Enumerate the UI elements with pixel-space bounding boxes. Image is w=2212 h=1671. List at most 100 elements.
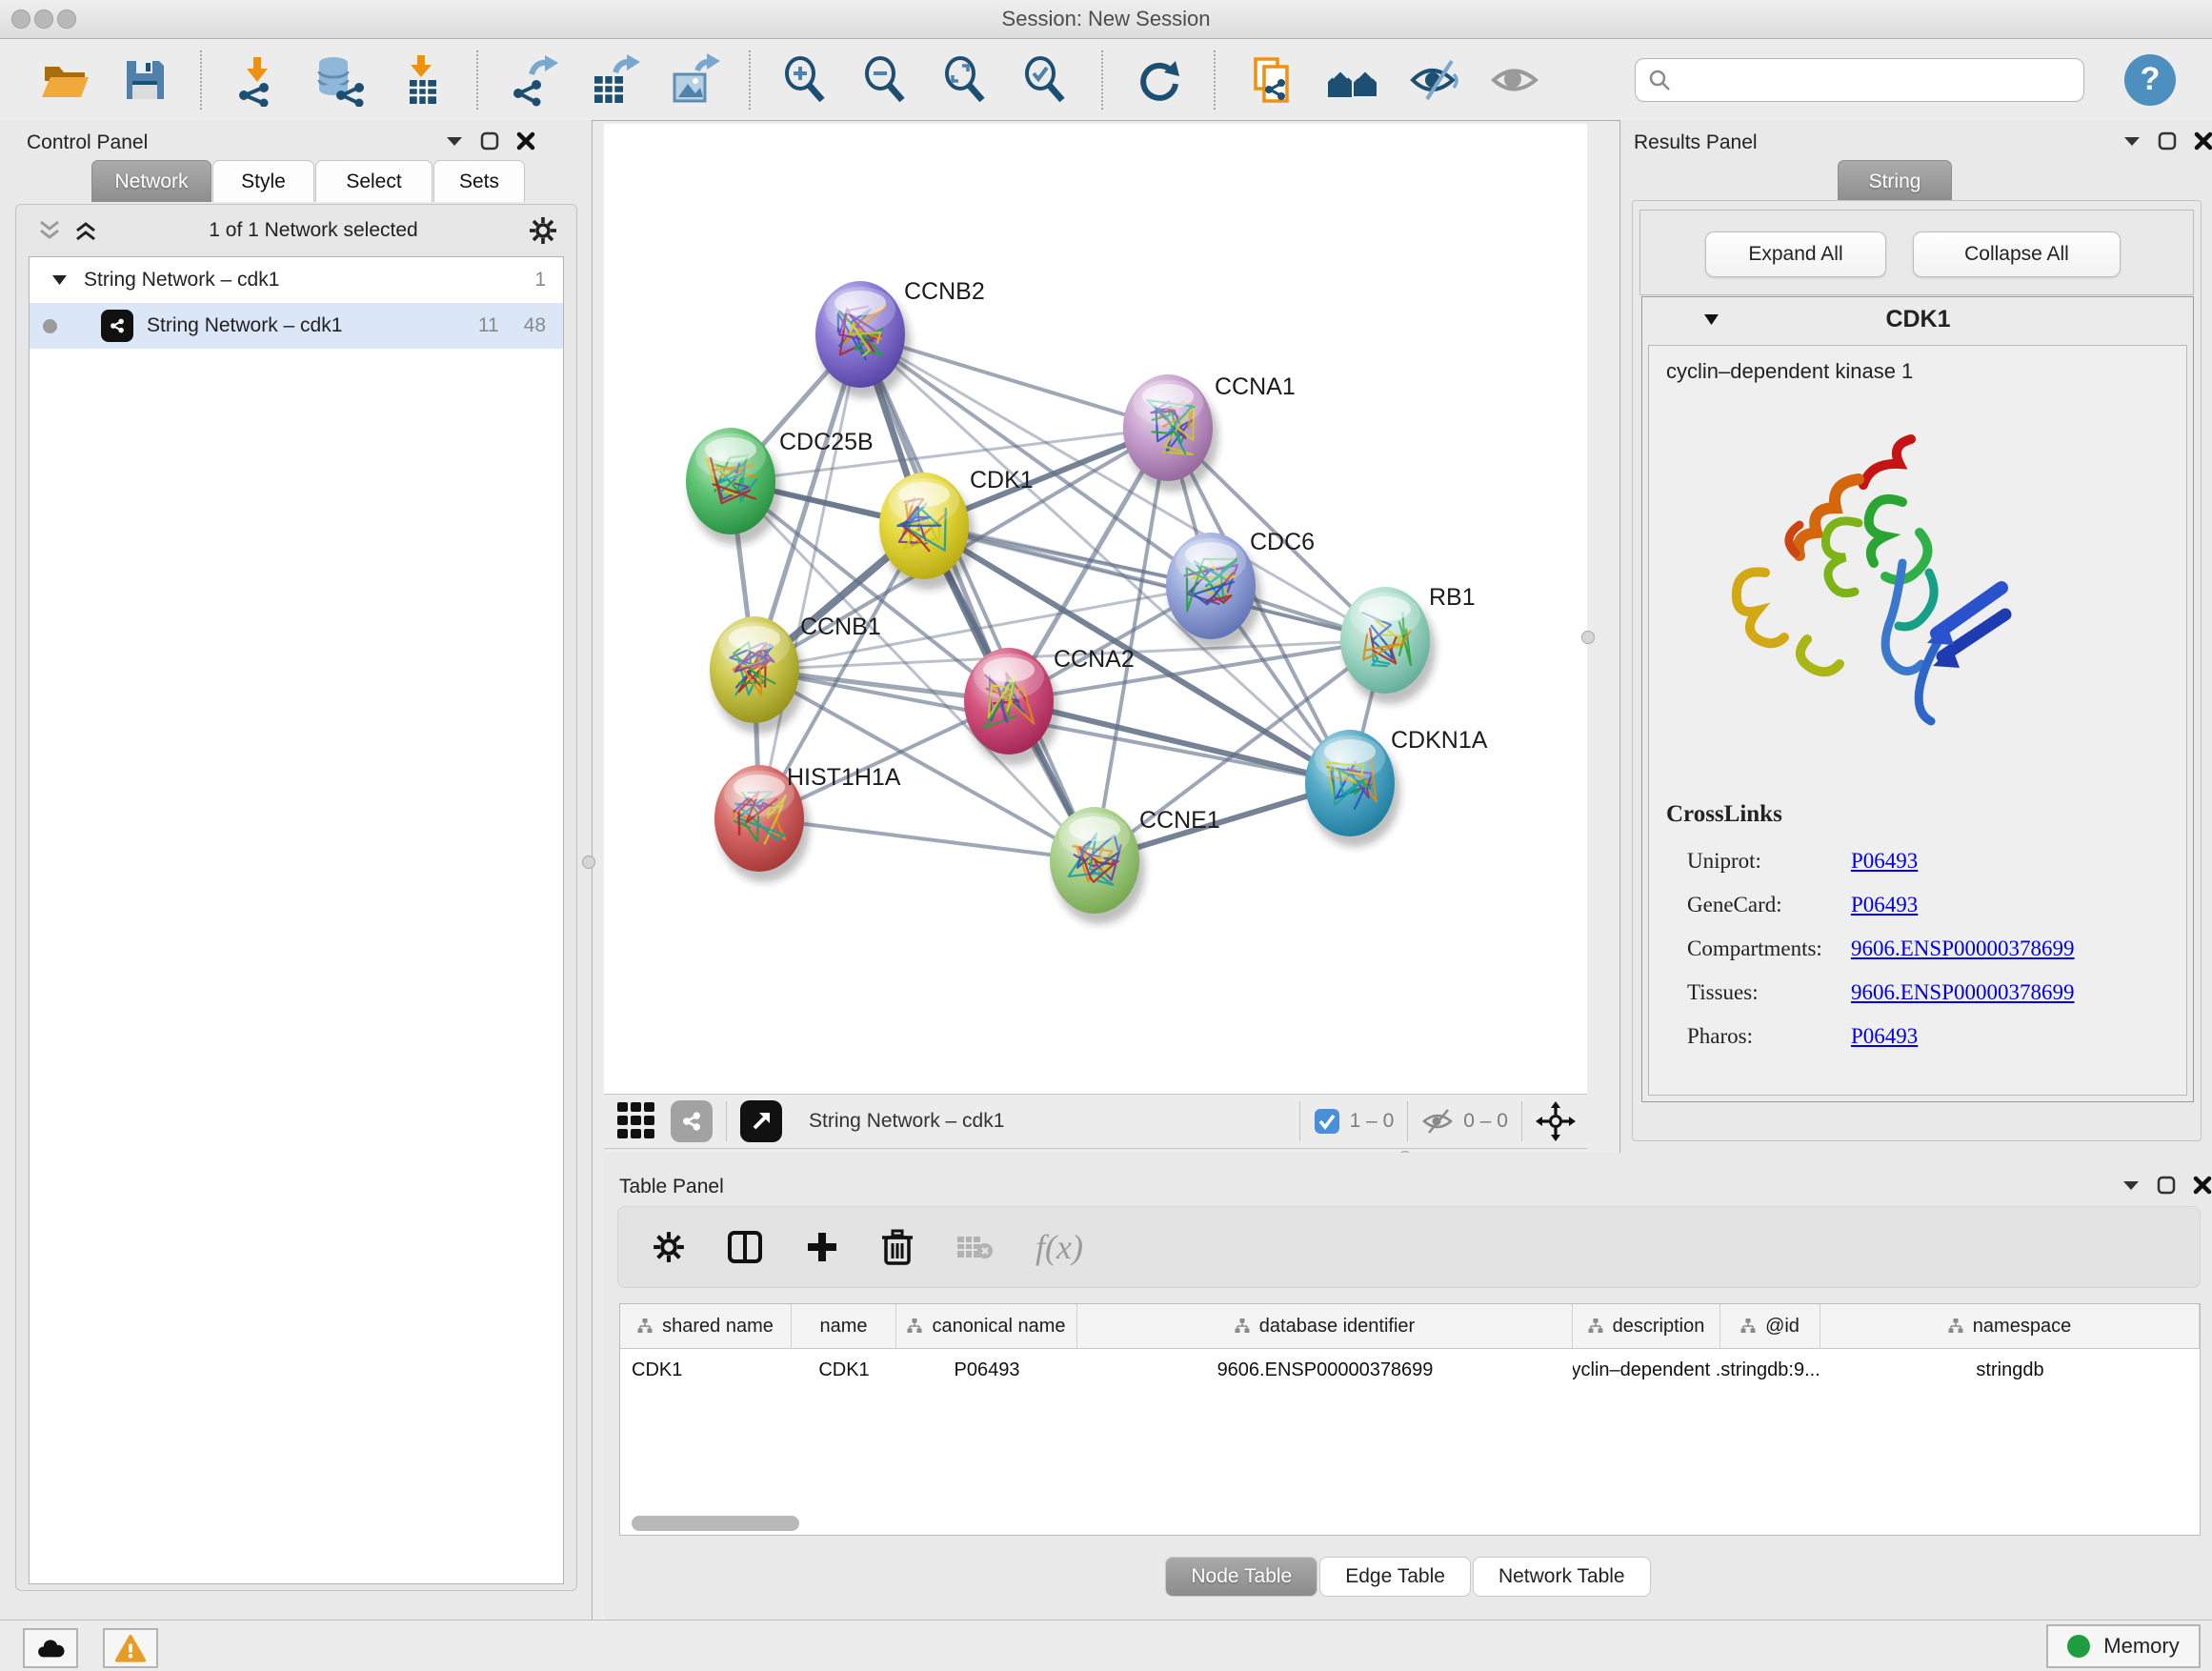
table-cell[interactable]: CDK1	[620, 1349, 792, 1391]
network-node[interactable]: CDC6	[1166, 529, 1315, 650]
import-table-icon[interactable]	[394, 53, 448, 107]
control-panel-title: Control Panel	[27, 131, 148, 154]
delete-table-icon[interactable]	[955, 1233, 994, 1261]
tab-style[interactable]: Style	[212, 160, 314, 202]
table-cell[interactable]: stringdb	[1820, 1349, 2200, 1391]
column-header[interactable]: description	[1573, 1304, 1720, 1348]
grid-view-icon[interactable]	[615, 1100, 657, 1142]
zoom-selected-icon[interactable]	[1019, 53, 1073, 107]
network-node[interactable]: CDK1	[879, 467, 1034, 590]
show-all-icon[interactable]	[1488, 53, 1541, 107]
tab-select[interactable]: Select	[315, 160, 432, 202]
crosslink-link[interactable]: 9606.ENSP00000378699	[1851, 980, 2075, 1005]
hide-selected-icon[interactable]	[1408, 53, 1461, 107]
crosslink-row: Uniprot:P06493	[1687, 839, 2163, 883]
open-session-icon[interactable]	[38, 53, 91, 107]
panel-menu-icon[interactable]	[2122, 1178, 2140, 1192]
crosslink-link[interactable]: P06493	[1851, 849, 1918, 874]
network-node[interactable]: HIST1H1A	[714, 764, 901, 882]
show-columns-icon[interactable]	[727, 1229, 763, 1265]
network-node[interactable]: CCNA2	[964, 646, 1135, 765]
tab-network-table[interactable]: Network Table	[1473, 1557, 1651, 1597]
column-type-icon	[907, 1319, 922, 1334]
right-splitter-handle[interactable]	[1581, 631, 1595, 644]
search-input[interactable]	[1635, 58, 2084, 102]
delete-column-trash-icon[interactable]	[881, 1229, 914, 1265]
float-panel-icon[interactable]	[2158, 131, 2177, 151]
table-settings-gear-icon[interactable]	[653, 1231, 685, 1263]
collapse-all-networks-icon[interactable]	[37, 219, 62, 242]
panel-menu-icon[interactable]	[446, 134, 463, 148]
network-row[interactable]: String Network – cdk1 11 48	[30, 303, 563, 349]
network-collection-row[interactable]: String Network – cdk1 1	[30, 257, 563, 303]
tab-sets[interactable]: Sets	[433, 160, 525, 202]
crosslink-link[interactable]: P06493	[1851, 893, 1918, 917]
network-node[interactable]: CDC25B	[686, 428, 874, 545]
tab-string[interactable]: String	[1838, 160, 1952, 202]
close-panel-icon[interactable]	[2193, 1176, 2212, 1195]
export-table-icon[interactable]	[587, 53, 640, 107]
crosslink-link[interactable]: P06493	[1851, 1024, 1918, 1049]
table-cell[interactable]: CDK1	[792, 1349, 896, 1391]
tab-node-table[interactable]: Node Table	[1165, 1557, 1317, 1597]
collection-expand-icon[interactable]	[52, 274, 67, 286]
left-splitter-handle[interactable]	[582, 856, 595, 869]
column-header[interactable]: namespace	[1820, 1304, 2200, 1348]
section-collapse-icon[interactable]	[1703, 313, 1719, 326]
network-view-icon[interactable]	[671, 1100, 713, 1142]
table-cell[interactable]: 9606.ENSP00000378699	[1077, 1349, 1573, 1391]
import-network-icon[interactable]	[231, 53, 284, 107]
node-section-header[interactable]: CDK1	[1642, 297, 2193, 341]
network-view-canvas[interactable]: CCNB2CCNA1CDC25BCDK1CDC6RB1CCNB1CCNA2CDK…	[604, 124, 1587, 1094]
expand-all-networks-icon[interactable]	[73, 219, 98, 242]
column-header[interactable]: database identifier	[1077, 1304, 1573, 1348]
table-cell[interactable]: stringdb:9...	[1720, 1349, 1820, 1391]
export-image-icon[interactable]	[667, 53, 720, 107]
fit-selected-crosshair-icon[interactable]	[1536, 1101, 1576, 1141]
refresh-layout-icon[interactable]	[1132, 53, 1185, 107]
network-node[interactable]: RB1	[1340, 584, 1476, 704]
help-icon[interactable]: ?	[2124, 54, 2176, 106]
zoom-out-icon[interactable]	[859, 53, 913, 107]
clone-network-icon[interactable]	[1244, 53, 1297, 107]
save-session-icon[interactable]	[118, 53, 171, 107]
panel-menu-icon[interactable]	[2123, 134, 2141, 148]
column-header[interactable]: canonical name	[896, 1304, 1077, 1348]
selected-checkbox-icon[interactable]	[1314, 1108, 1340, 1135]
birds-eye-view-icon[interactable]	[740, 1100, 782, 1142]
float-panel-icon[interactable]	[480, 131, 499, 151]
hidden-eye-icon[interactable]	[1421, 1107, 1454, 1136]
table-row[interactable]: CDK1CDK1P064939606.ENSP00000378699cyclin…	[620, 1349, 2200, 1391]
tab-network[interactable]: Network	[91, 160, 211, 202]
table-cell[interactable]: P06493	[896, 1349, 1077, 1391]
table-cell[interactable]: cyclin–dependent ...	[1573, 1349, 1720, 1391]
close-panel-icon[interactable]	[516, 131, 535, 151]
network-node[interactable]: CCNB2	[815, 278, 985, 398]
hidden-count: 0 – 0	[1463, 1110, 1508, 1133]
network-node[interactable]: CDKN1A	[1305, 727, 1488, 847]
collapse-all-button[interactable]: Collapse All	[1913, 232, 2121, 277]
export-network-icon[interactable]	[507, 53, 560, 107]
create-column-plus-icon[interactable]	[805, 1230, 839, 1264]
network-node[interactable]: CCNE1	[1050, 807, 1220, 924]
warnings-button[interactable]	[103, 1628, 158, 1668]
float-panel-icon[interactable]	[2157, 1176, 2176, 1195]
cloud-status-button[interactable]	[23, 1628, 78, 1668]
column-header[interactable]: name	[792, 1304, 896, 1348]
network-options-gear-icon[interactable]	[529, 216, 557, 245]
zoom-fit-icon[interactable]	[939, 53, 993, 107]
function-builder-icon[interactable]: f(x)	[1036, 1227, 1083, 1267]
import-database-icon[interactable]	[311, 53, 368, 107]
crosslink-link[interactable]: 9606.ENSP00000378699	[1851, 936, 2075, 961]
memory-button[interactable]: Memory	[2046, 1624, 2201, 1668]
close-panel-icon[interactable]	[2194, 131, 2212, 151]
first-neighbors-icon[interactable]	[1324, 53, 1381, 107]
expand-all-button[interactable]: Expand All	[1705, 232, 1886, 277]
horizontal-scrollbar[interactable]	[632, 1516, 799, 1531]
network-node[interactable]: CCNA1	[1123, 373, 1296, 492]
zoom-in-icon[interactable]	[779, 53, 833, 107]
tab-edge-table[interactable]: Edge Table	[1319, 1557, 1471, 1597]
network-edge[interactable]	[759, 334, 860, 818]
column-header[interactable]: shared name	[620, 1304, 792, 1348]
column-header[interactable]: @id	[1720, 1304, 1820, 1348]
